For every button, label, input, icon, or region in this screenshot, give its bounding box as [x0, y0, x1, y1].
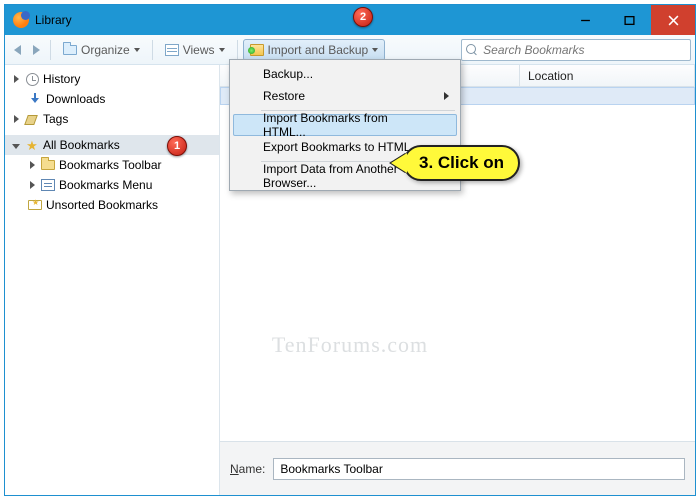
- sidebar-item-history[interactable]: History: [5, 69, 219, 89]
- search-icon: [466, 44, 477, 56]
- search-input[interactable]: [481, 42, 686, 58]
- close-button[interactable]: [651, 5, 695, 35]
- titlebar[interactable]: Library: [5, 5, 695, 35]
- search-box[interactable]: [461, 39, 691, 61]
- sidebar-item-label: Bookmarks Toolbar: [59, 158, 162, 172]
- sidebar-item-label: Downloads: [46, 92, 105, 106]
- expand-icon: [14, 115, 19, 123]
- folder-icon: [41, 160, 55, 170]
- back-icon: [14, 45, 21, 55]
- sidebar-item-label: All Bookmarks: [43, 138, 120, 152]
- menu-item-backup[interactable]: Backup...: [233, 63, 457, 85]
- sidebar-item-tags[interactable]: Tags: [5, 109, 219, 129]
- expand-icon: [14, 75, 19, 83]
- submenu-arrow-icon: [444, 92, 449, 100]
- chevron-down-icon: [219, 48, 225, 52]
- name-field[interactable]: [273, 458, 685, 480]
- unsorted-icon: [28, 200, 42, 210]
- forward-icon: [33, 45, 40, 55]
- menu-item-import-html[interactable]: Import Bookmarks from HTML...: [233, 114, 457, 136]
- forward-button[interactable]: [28, 39, 45, 61]
- views-icon: [165, 44, 179, 56]
- annotation-badge-2: 2: [353, 7, 373, 27]
- sidebar-item-label: Unsorted Bookmarks: [46, 198, 158, 212]
- window-title: Library: [35, 13, 72, 27]
- organize-icon: [63, 45, 77, 55]
- separator: [152, 40, 153, 60]
- sidebar-item-unsorted[interactable]: Unsorted Bookmarks: [5, 195, 219, 215]
- views-button[interactable]: Views: [158, 39, 232, 61]
- organize-label: Organize: [81, 43, 130, 57]
- separator: [237, 40, 238, 60]
- maximize-button[interactable]: [607, 5, 651, 35]
- annotation-badge-1: 1: [167, 136, 187, 156]
- organize-button[interactable]: Organize: [56, 39, 147, 61]
- menu-item-restore[interactable]: Restore: [233, 85, 457, 107]
- download-icon: [29, 93, 41, 105]
- properties-panel: Name:: [220, 441, 695, 495]
- back-button[interactable]: [9, 39, 26, 61]
- sidebar-item-bookmarks-toolbar[interactable]: Bookmarks Toolbar: [5, 155, 219, 175]
- sidebar-item-bookmarks-menu[interactable]: Bookmarks Menu: [5, 175, 219, 195]
- history-icon: [26, 73, 39, 86]
- tag-icon: [26, 113, 38, 125]
- expand-icon: [30, 161, 35, 169]
- sidebar-item-label: Bookmarks Menu: [59, 178, 152, 192]
- star-icon: ★: [24, 137, 40, 153]
- import-backup-button[interactable]: Import and Backup: [243, 39, 386, 61]
- sidebar-item-label: Tags: [43, 112, 68, 126]
- bookmarks-menu-icon: [41, 179, 55, 191]
- name-label: Name:: [230, 462, 265, 476]
- views-label: Views: [183, 43, 215, 57]
- firefox-icon: [13, 12, 29, 28]
- minimize-button[interactable]: [563, 5, 607, 35]
- collapse-icon: [12, 144, 20, 149]
- sidebar-item-downloads[interactable]: Downloads: [5, 89, 219, 109]
- import-backup-icon: [250, 44, 264, 56]
- expand-icon: [30, 181, 35, 189]
- import-backup-label: Import and Backup: [268, 43, 369, 57]
- annotation-callout: 3. Click on: [403, 145, 520, 181]
- sidebar: History Downloads Tags ★ All Bookmarks: [5, 65, 220, 495]
- chevron-down-icon: [134, 48, 140, 52]
- column-header-location[interactable]: Location: [520, 65, 695, 86]
- separator: [50, 40, 51, 60]
- chevron-down-icon: [372, 48, 378, 52]
- sidebar-item-label: History: [43, 72, 80, 86]
